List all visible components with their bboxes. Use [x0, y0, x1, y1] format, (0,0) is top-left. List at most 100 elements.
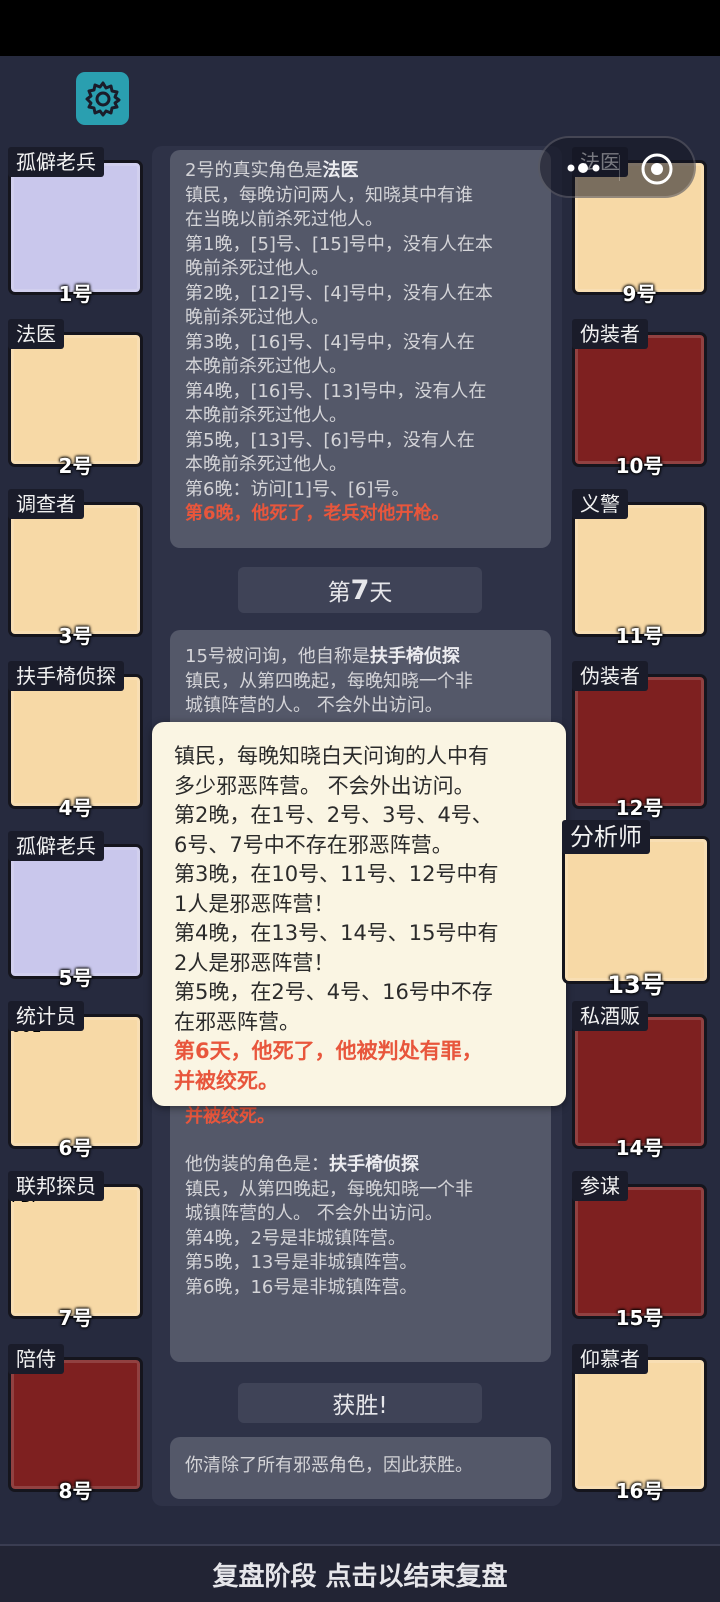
- player-number: 7号: [58, 1306, 93, 1330]
- rifle-icon: [11, 163, 140, 292]
- log-line-text: 镇民，每晚访问两人，知晓其中有谁: [185, 184, 473, 206]
- log-line-text: 第3晚，[16]号、[4]号中，没有人在: [185, 331, 475, 353]
- player-number: 8号: [58, 1479, 93, 1503]
- capsule-divider: [619, 155, 620, 181]
- log-line: 在当晚以前杀死过他人。: [185, 208, 536, 233]
- masquerade-icon: [575, 335, 704, 464]
- status-bar: [0, 0, 720, 56]
- close-target-icon[interactable]: [640, 152, 674, 186]
- player-number: 2号: [58, 454, 93, 478]
- tooltip-line: 在邪恶阵营。: [174, 1009, 300, 1034]
- player-tile: [8, 332, 143, 467]
- player-tile: [8, 1357, 143, 1492]
- player-tile: [8, 674, 143, 809]
- log-spacer: [185, 1129, 536, 1153]
- player-card[interactable]: 法医 2号: [8, 319, 143, 478]
- player-card[interactable]: 私酒贩 14号: [572, 1001, 707, 1160]
- log-line-text: 本晚前杀死过他人。: [185, 454, 347, 475]
- menu-capsule[interactable]: [538, 136, 696, 198]
- player-number: 11号: [615, 624, 664, 648]
- tooltip-line: 第3晚，在10号、11号、12号中有: [174, 862, 499, 886]
- log-line: 第5晚，[13]号、[6]号中，没有人在: [185, 429, 536, 454]
- log-line-text: 城镇阵营的人。 不会外出访问。: [185, 1203, 443, 1224]
- log-line: 晚前杀死过他人。: [185, 306, 536, 331]
- armchair-icon: [11, 677, 140, 806]
- player-card[interactable]: 仰慕者 16号: [572, 1344, 707, 1503]
- player-card[interactable]: 分析师 13号: [562, 820, 710, 999]
- log-line-text: 本晚前杀死过他人。: [185, 405, 347, 426]
- log-line-text: 在当晚以前杀死过他人。: [185, 209, 383, 230]
- log-line: 他伪装的角色是：扶手椅侦探: [185, 1153, 536, 1178]
- log-line-text: 2号的真实角色是: [185, 160, 323, 181]
- log-card-top: 2号的真实角色是法医 镇民，每晚访问两人，知晓其中有谁 在当晚以前杀死过他人。 第1晚…: [170, 150, 551, 548]
- wine-glass-icon: [11, 1360, 140, 1489]
- player-number: 13号: [607, 971, 665, 999]
- tooltip-line: 第4晚，在13号、14号、15号中有: [174, 921, 499, 945]
- player-card[interactable]: 伪装者 12号: [572, 661, 707, 820]
- player-card[interactable]: FBI联邦探员 7号: [8, 1171, 143, 1330]
- player-card[interactable]: 001统计员 6号: [8, 1001, 143, 1160]
- player-card[interactable]: 调查者 3号: [8, 489, 143, 648]
- death-line: 并被绞死。: [185, 1105, 275, 1127]
- tooltip-line: 1人是邪恶阵营！: [174, 891, 335, 916]
- log-line-text: 第1晚，[5]号、[15]号中，没有人在本: [185, 233, 493, 255]
- player-number: 6号: [58, 1136, 93, 1160]
- player-role-label: 联邦探员: [8, 1171, 104, 1201]
- role-name: 法医: [322, 160, 359, 181]
- log-line: 第2晚，[12]号、[4]号中，没有人在本: [185, 282, 536, 307]
- player-card[interactable]: 孤僻老兵 5号: [8, 831, 143, 990]
- player-card[interactable]: 参谋 15号: [572, 1171, 707, 1330]
- player-tile: [8, 160, 143, 295]
- player-card[interactable]: 陪侍 8号: [8, 1344, 143, 1503]
- day-prefix: 第: [327, 580, 351, 606]
- log-line: 镇民，每晚访问两人，知晓其中有谁: [185, 184, 536, 209]
- victory-header: 获胜!: [238, 1383, 482, 1423]
- player-card[interactable]: 孤僻老兵 1号: [8, 147, 143, 306]
- player-tile: FBI: [8, 1184, 143, 1319]
- player-role-label: 仰慕者: [572, 1344, 648, 1374]
- tooltip-death-line: 第6天，他死了，他被判处有罪，: [174, 1039, 483, 1063]
- player-role-label: 孤僻老兵: [8, 831, 104, 861]
- player-tile: [562, 836, 710, 984]
- player-tile: [572, 502, 707, 637]
- settings-button[interactable]: [76, 72, 129, 125]
- role-tooltip-popup: 镇民，每晚知晓白天问询的人中有 多少邪恶阵营。 不会外出访问。 第2晚，在1号、2号…: [152, 722, 566, 1106]
- mask-icon: [11, 335, 140, 464]
- more-dots-icon[interactable]: [566, 158, 604, 178]
- log-line: 镇民，从第四晚起，每晚知晓一个非: [185, 670, 536, 695]
- tooltip-line: 2人是邪恶阵营！: [174, 950, 335, 975]
- bouquet-icon: [575, 1360, 704, 1489]
- log-line-text: 本晚前杀死过他人。: [185, 356, 347, 377]
- player-card[interactable]: 义警 11号: [572, 489, 707, 648]
- log-line: 第6晚：访问[1]号、[6]号。: [185, 478, 536, 503]
- player-tile: [572, 1014, 707, 1149]
- player-number: 10号: [615, 454, 664, 478]
- gear-icon: [85, 81, 120, 116]
- player-tile: [572, 674, 707, 809]
- log-line: 第5晚，13号是非城镇阵营。: [185, 1251, 536, 1276]
- tooltip-line: 第5晚，在2号、4号、16号中不存: [174, 980, 493, 1004]
- player-tile: [572, 1357, 707, 1492]
- log-line: 第4晚，[16]号、[13]号中，没有人在: [185, 380, 536, 405]
- player-number: 12号: [615, 796, 664, 820]
- player-role-label: 私酒贩: [572, 1001, 648, 1031]
- log-line: 城镇阵营的人。 不会外出访问。: [185, 1202, 536, 1227]
- counter-icon: 001: [11, 1017, 140, 1146]
- end-review-label: 复盘阶段 点击以结束复盘: [212, 1561, 508, 1592]
- player-role-label: 孤僻老兵: [8, 147, 104, 177]
- log-line: 2号的真实角色是法医: [185, 159, 536, 184]
- player-tile: [572, 332, 707, 467]
- player-number: 1号: [58, 282, 93, 306]
- player-number: 3号: [58, 624, 93, 648]
- log-line: 本晚前杀死过他人。: [185, 404, 536, 429]
- log-line-text: 晚前杀死过他人。: [185, 307, 329, 328]
- end-review-button[interactable]: 复盘阶段 点击以结束复盘: [0, 1544, 720, 1602]
- player-card[interactable]: 伪装者 10号: [572, 319, 707, 478]
- log-line-text: 第2晚，[12]号、[4]号中，没有人在本: [185, 282, 493, 304]
- player-number: 16号: [615, 1479, 664, 1503]
- log-line: 第1晚，[5]号、[15]号中，没有人在本: [185, 233, 536, 258]
- player-number: 5号: [58, 966, 93, 990]
- player-card[interactable]: 扶手椅侦探 4号: [8, 661, 143, 820]
- log-line-text: 第6晚：访问[1]号、[6]号。: [185, 478, 410, 500]
- log-line: 本晚前杀死过他人。: [185, 453, 536, 478]
